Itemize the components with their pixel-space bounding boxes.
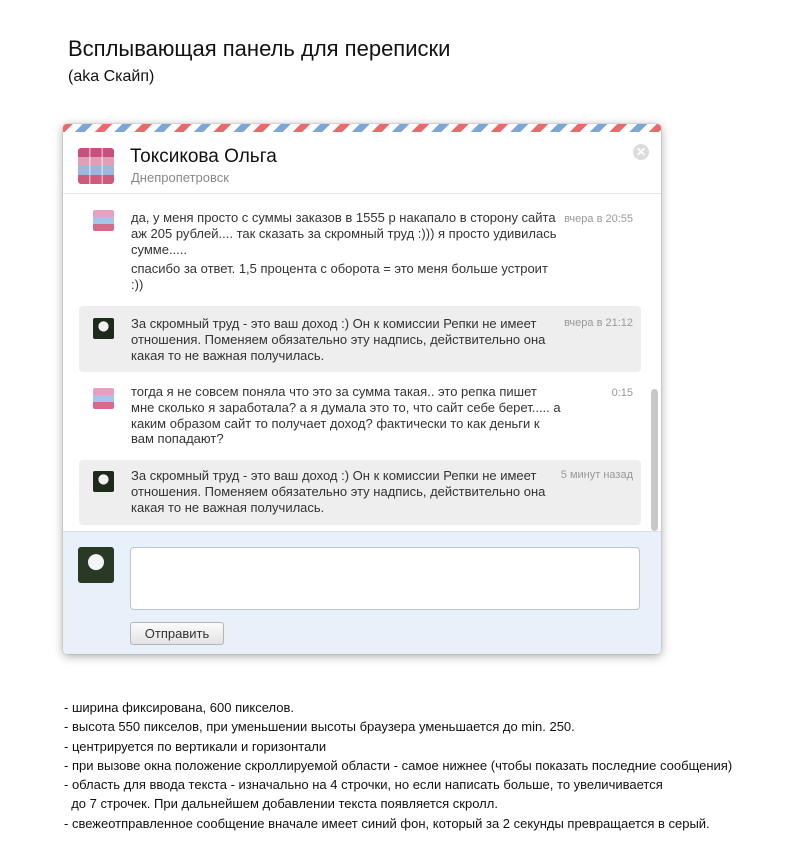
message-item: тогда я не совсем поняла что это за сумм… xyxy=(79,380,641,454)
send-button[interactable]: Отправить xyxy=(130,622,224,645)
panda-avatar-icon xyxy=(93,471,114,492)
message-input[interactable] xyxy=(130,547,640,610)
spec-note: - высота 550 пикселов, при уменьшении вы… xyxy=(64,719,575,735)
message-item: да, у меня просто с суммы заказов в 1555… xyxy=(79,204,641,292)
message-text: За скромный труд - это ваш доход :) Он к… xyxy=(131,316,561,363)
flowers-avatar-icon xyxy=(93,210,114,231)
message-time: вчера в 20:55 xyxy=(564,213,633,225)
message-list[interactable]: да, у меня просто с суммы заказов в 1555… xyxy=(63,194,661,531)
message-text: тогда я не совсем поняла что это за сумм… xyxy=(131,384,561,447)
close-icon[interactable]: ✕ xyxy=(633,144,649,160)
message-item: За скромный труд - это ваш доход :) Он к… xyxy=(79,460,641,525)
page-subtitle: (aka Скайп) xyxy=(68,68,155,85)
page-title: Всплывающая панель для переписки xyxy=(68,36,451,61)
panda-avatar-icon xyxy=(93,318,114,339)
scrollbar-thumb[interactable] xyxy=(651,389,658,531)
message-time: 5 минут назад xyxy=(560,469,633,481)
contact-avatar[interactable] xyxy=(78,148,114,184)
message-paragraph: За скромный труд - это ваш доход :) Он к… xyxy=(131,316,546,363)
message-time: 0:15 xyxy=(611,387,633,399)
composer-area: Отправить xyxy=(63,531,661,654)
spec-note: - при вызове окна положение скроллируемо… xyxy=(64,757,733,773)
contact-city: Днепропетровск xyxy=(131,170,229,185)
spec-note: - ширина фиксирована, 600 пикселов. xyxy=(64,700,294,715)
chat-panel: Токсикова Ольга Днепропетровск ✕ да, у м… xyxy=(63,124,661,654)
spec-note: - центрируется по вертикали и горизонтал… xyxy=(64,738,327,754)
airmail-border xyxy=(63,124,661,132)
contact-name[interactable]: Токсикова Ольга xyxy=(130,146,277,168)
message-item: За скромный труд - это ваш доход :) Он к… xyxy=(79,306,641,372)
chat-header: Токсикова Ольга Днепропетровск ✕ xyxy=(63,132,661,194)
spec-note: - область для ввода текста - изначально … xyxy=(64,777,663,793)
message-text: да, у меня просто с суммы заказов в 1555… xyxy=(131,210,561,293)
message-paragraph: спасибо за ответ. 1,5 процента с оборота… xyxy=(131,261,548,293)
spec-note: до 7 строчек. При дальнейшем добавлении … xyxy=(64,796,498,812)
message-time: вчера в 21:12 xyxy=(564,317,633,329)
message-paragraph: тогда я не совсем поняла что это за сумм… xyxy=(131,384,561,447)
message-paragraph: За скромный труд - это ваш доход :) Он к… xyxy=(131,468,546,515)
message-paragraph: да, у меня просто с суммы заказов в 1555… xyxy=(131,210,557,257)
spec-note: - свежеотправленное сообщение вначале им… xyxy=(64,815,710,831)
message-text: За скромный труд - это ваш доход :) Он к… xyxy=(131,468,561,515)
my-avatar xyxy=(78,547,114,583)
spec-notes: - ширина фиксирована, 600 пикселов. - вы… xyxy=(64,698,784,833)
flowers-avatar-icon xyxy=(93,388,114,409)
